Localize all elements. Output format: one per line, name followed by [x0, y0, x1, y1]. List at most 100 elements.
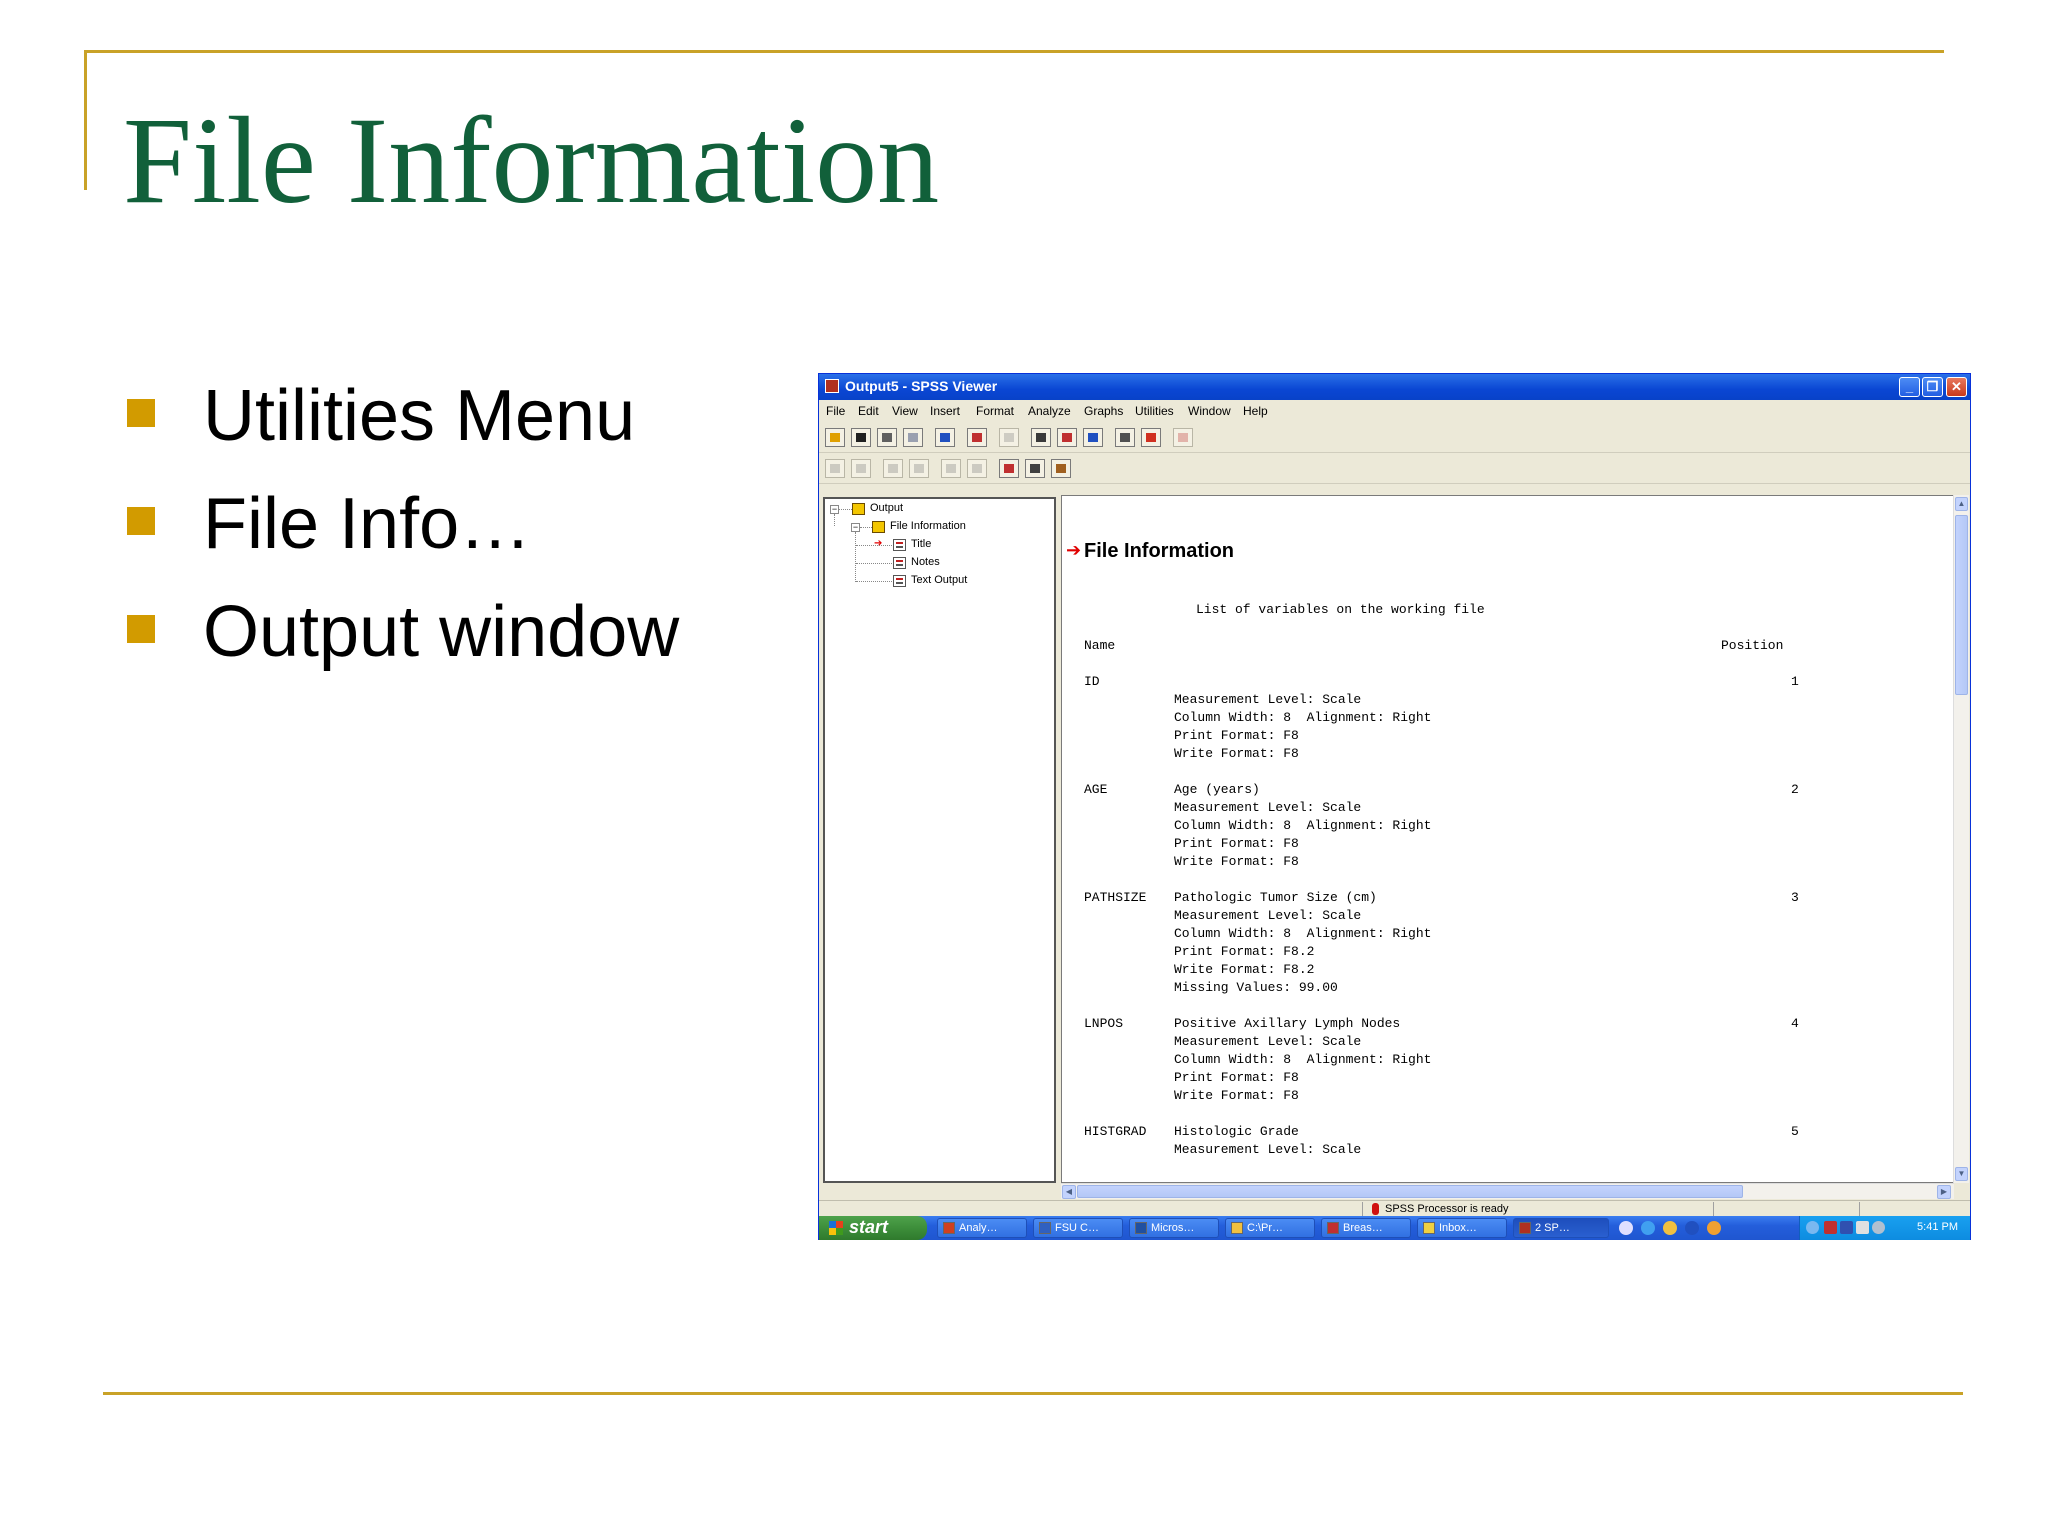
demote-icon[interactable] — [909, 459, 929, 478]
collapse-file-information-toggle[interactable]: − — [851, 523, 860, 532]
back-icon[interactable] — [825, 459, 845, 478]
internet-explorer-icon[interactable] — [1641, 1221, 1655, 1235]
variable-position: 1 — [1791, 674, 1799, 689]
spss-app-icon[interactable] — [825, 379, 839, 393]
restore-button[interactable]: ❐ — [1922, 377, 1943, 397]
tray-expand-icon[interactable] — [1806, 1221, 1819, 1234]
quicklaunch-icon[interactable] — [1685, 1221, 1699, 1235]
scroll-left-icon[interactable]: ◀ — [1062, 1185, 1076, 1199]
taskbar-item-label: Micros… — [1151, 1222, 1195, 1234]
output-content-pane[interactable]: ➔ File Information List of variables on … — [1061, 495, 1954, 1183]
horizontal-scroll-thumb[interactable] — [1077, 1185, 1743, 1198]
collapse-output-toggle[interactable]: − — [830, 505, 839, 514]
show-icon[interactable] — [999, 459, 1019, 478]
output-subtitle: List of variables on the working file — [1196, 602, 1485, 617]
window-titlebar[interactable]: Output5 - SPSS Viewer _ ❐ ✕ — [819, 374, 1970, 400]
tray-icon[interactable] — [1840, 1221, 1853, 1234]
clock: 5:41 PM — [1917, 1221, 1958, 1233]
taskbar-item[interactable]: 2 SP… — [1513, 1218, 1609, 1238]
variable-name: PATHSIZE — [1084, 890, 1147, 905]
quicklaunch-icon[interactable] — [1663, 1221, 1677, 1235]
variable-detail: Write Format: F8.2 — [1174, 962, 1315, 977]
use-sets-icon[interactable] — [1115, 428, 1135, 447]
variable-detail: Measurement Level: Scale — [1174, 692, 1362, 707]
undo-icon[interactable] — [999, 428, 1019, 447]
column-header-name: Name — [1084, 638, 1116, 653]
notes-doc-icon — [893, 557, 906, 569]
status-divider — [1362, 1202, 1363, 1216]
menu-file[interactable]: File — [826, 404, 845, 418]
menu-view[interactable]: View — [892, 404, 918, 418]
insert-heading-icon[interactable] — [1051, 459, 1071, 478]
taskbar-item[interactable]: Analy… — [937, 1218, 1027, 1238]
tree-node-title[interactable]: Title — [911, 538, 931, 550]
export-icon[interactable] — [935, 428, 955, 447]
tree-node-text-output[interactable]: Text Output — [911, 574, 967, 586]
goto-data-icon[interactable] — [1031, 428, 1051, 447]
menu-help[interactable]: Help — [1243, 404, 1268, 418]
hide-icon[interactable] — [1025, 459, 1045, 478]
horizontal-scrollbar[interactable]: ◀ ▶ — [1061, 1183, 1954, 1199]
taskbar-item-label: Analy… — [959, 1222, 998, 1234]
quicklaunch-icon[interactable] — [1707, 1221, 1721, 1235]
expand-icon[interactable] — [941, 459, 961, 478]
bullet-text: File Info… — [203, 484, 532, 564]
scroll-down-icon[interactable]: ▼ — [1955, 1167, 1968, 1181]
save-icon[interactable] — [851, 428, 871, 447]
menu-analyze[interactable]: Analyze — [1028, 404, 1071, 418]
taskbar-item[interactable]: Inbox… — [1417, 1218, 1507, 1238]
scroll-right-icon[interactable]: ▶ — [1937, 1185, 1951, 1199]
start-button[interactable]: start — [819, 1216, 927, 1240]
vertical-scrollbar[interactable]: ▲ ▼ — [1953, 495, 1969, 1183]
status-divider — [1859, 1202, 1860, 1216]
app-icon — [1135, 1222, 1147, 1234]
variable-detail: Write Format: F8 — [1174, 854, 1299, 869]
recall-dialog-icon[interactable] — [967, 428, 987, 447]
spell-check-icon[interactable] — [1173, 428, 1193, 447]
taskbar-item[interactable]: C:\Pr… — [1225, 1218, 1315, 1238]
variable-position: 2 — [1791, 782, 1799, 797]
print-icon[interactable] — [877, 428, 897, 447]
taskbar-item[interactable]: FSU C… — [1033, 1218, 1123, 1238]
menu-insert[interactable]: Insert — [930, 404, 960, 418]
tray-icon[interactable] — [1856, 1221, 1869, 1234]
output-book-icon — [852, 503, 865, 515]
vertical-scroll-thumb[interactable] — [1955, 515, 1968, 695]
promote-icon[interactable] — [883, 459, 903, 478]
menu-utilities[interactable]: Utilities — [1135, 404, 1174, 418]
tray-icon[interactable] — [1872, 1221, 1885, 1234]
windows-taskbar: start Analy… FSU C… Micros… C:\Pr… Breas… — [819, 1216, 1970, 1240]
taskbar-item[interactable]: Micros… — [1129, 1218, 1219, 1238]
menu-window[interactable]: Window — [1188, 404, 1231, 418]
open-icon[interactable] — [825, 428, 845, 447]
tray-icon[interactable] — [1824, 1221, 1837, 1234]
variables-icon[interactable] — [1083, 428, 1103, 447]
quicklaunch-icon[interactable] — [1619, 1221, 1633, 1235]
menu-graphs[interactable]: Graphs — [1084, 404, 1123, 418]
tree-node-output[interactable]: Output — [870, 502, 903, 514]
close-button[interactable]: ✕ — [1946, 377, 1967, 397]
menu-edit[interactable]: Edit — [858, 404, 879, 418]
forward-icon[interactable] — [851, 459, 871, 478]
output-heading: File Information — [1084, 540, 1234, 562]
collapse-icon[interactable] — [967, 459, 987, 478]
variable-detail: Column Width: 8 Alignment: Right — [1174, 710, 1432, 725]
text-output-doc-icon — [893, 575, 906, 587]
minimize-button[interactable]: _ — [1899, 377, 1920, 397]
tree-node-file-information[interactable]: File Information — [890, 520, 966, 532]
bullet-square — [127, 507, 155, 535]
variable-label: Pathologic Tumor Size (cm) — [1174, 890, 1377, 905]
show-all-variables-icon[interactable] — [1141, 428, 1161, 447]
tree-connector — [855, 532, 856, 582]
scroll-up-icon[interactable]: ▲ — [1955, 497, 1968, 511]
menu-format[interactable]: Format — [976, 404, 1014, 418]
print-preview-icon[interactable] — [903, 428, 923, 447]
tree-connector — [834, 514, 835, 526]
tree-node-notes[interactable]: Notes — [911, 556, 940, 568]
goto-case-icon[interactable] — [1057, 428, 1077, 447]
taskbar-item[interactable]: Breas… — [1321, 1218, 1411, 1238]
variable-label: Histologic Grade — [1174, 1124, 1299, 1139]
slide-title: File Information — [123, 92, 940, 229]
variable-detail: Print Format: F8 — [1174, 728, 1299, 743]
outline-tree-pane[interactable]: − Output − File Information ➔ Title Note… — [823, 497, 1056, 1183]
